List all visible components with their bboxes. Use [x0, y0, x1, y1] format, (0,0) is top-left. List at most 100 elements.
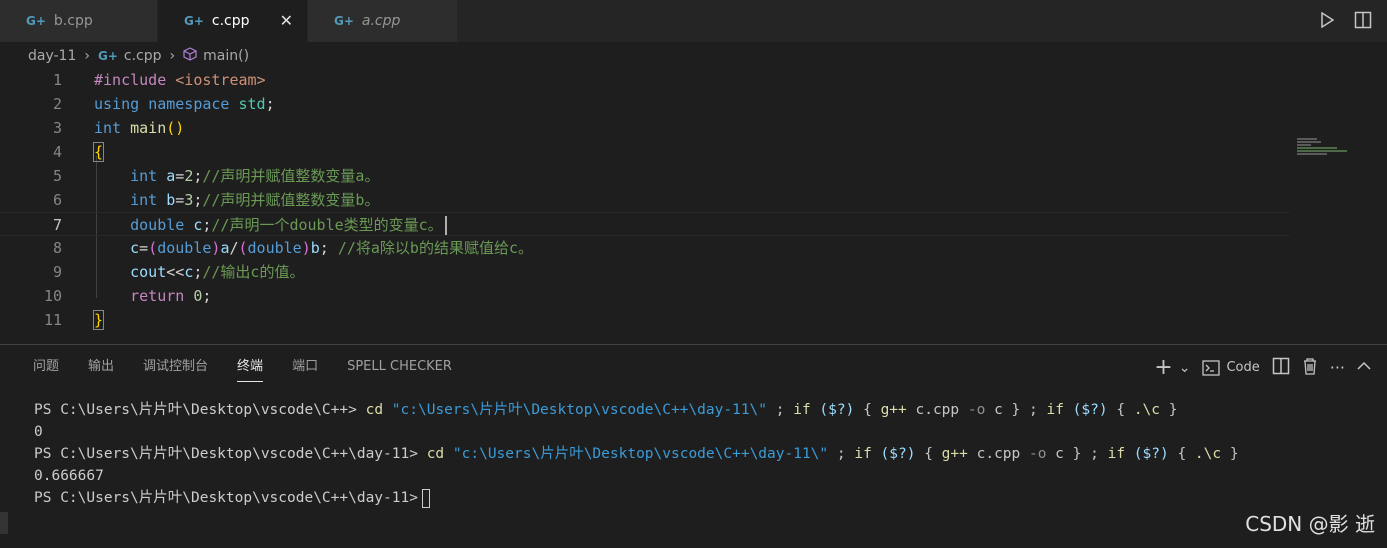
command-text: { [924, 446, 942, 462]
terminal-output[interactable]: PS C:\Users\片片叶\Desktop\vscode\C++> cd "… [34, 399, 1374, 509]
keyword: double [130, 216, 185, 234]
chevron-right-icon: › [169, 48, 176, 64]
code-line[interactable]: 4 { [0, 140, 1290, 164]
command-text: ; [1020, 402, 1047, 418]
panel-side-marker [0, 512, 8, 534]
text-cursor [444, 216, 447, 235]
keyword: int [130, 191, 158, 209]
tab-a-cpp[interactable]: G+ a.cpp [308, 0, 458, 42]
code-line-current[interactable]: 7 double c;//声明一个double类型的变量c。 [0, 212, 1290, 236]
code-line[interactable]: 8 c=(double)a/(double)b; //将a除以b的结果赋值给c。 [0, 236, 1290, 260]
command-text: c [1046, 446, 1073, 462]
command-text: { [1177, 446, 1195, 462]
watermark: CSDN @影 逝 [1245, 512, 1375, 536]
code-line[interactable]: 6 int b=3;//声明并赋值整数变量b。 [0, 188, 1290, 212]
command-text: } [1160, 402, 1178, 418]
function-name: main [130, 119, 167, 137]
code-line[interactable]: 1 #include <iostream> [0, 68, 1290, 92]
tab-label: a.cpp [361, 13, 401, 29]
editor-tab-bar: G+ b.cpp G+ c.cpp ✕ G+ a.cpp [0, 0, 1387, 42]
bottom-panel: 问题 输出 调试控制台 终端 端口 SPELL CHECKER + ⌄ Code… [0, 344, 1387, 548]
command-text: ; [1081, 446, 1108, 462]
code-line[interactable]: 3 int main() [0, 116, 1290, 140]
command: g++ [941, 446, 968, 462]
punctuation: ; [319, 239, 338, 257]
comment: //将a除以b的结果赋值给c。 [337, 239, 533, 257]
add-terminal-icon[interactable]: + [1154, 355, 1172, 380]
minimap[interactable] [1297, 138, 1357, 162]
comment: //声明并赋值整数变量a。 [202, 167, 380, 185]
terminal-line: 0.666667 [34, 468, 104, 484]
variable: b [310, 239, 320, 257]
run-icon[interactable] [1317, 10, 1337, 30]
tab-spell-checker[interactable]: SPELL CHECKER [347, 355, 452, 381]
include-header: <iostream> [166, 71, 266, 89]
line-number: 5 [52, 167, 62, 185]
panel-tabs: 问题 输出 调试控制台 终端 端口 SPELL CHECKER [33, 355, 452, 382]
breadcrumb-symbol[interactable]: main() [203, 48, 249, 64]
tab-terminal[interactable]: 终端 [237, 355, 264, 382]
tab-c-cpp[interactable]: G+ c.cpp ✕ [158, 0, 308, 42]
line-number: 7 [52, 216, 62, 234]
tab-debug-console[interactable]: 调试控制台 [143, 355, 208, 381]
comment: //声明并赋值整数变量b。 [202, 191, 380, 209]
breadcrumb-folder[interactable]: day-11 [28, 48, 76, 64]
tab-b-cpp[interactable]: G+ b.cpp [0, 0, 158, 42]
tab-output[interactable]: 输出 [88, 355, 114, 381]
bracket: ( [148, 239, 158, 257]
split-terminal-icon[interactable] [1272, 357, 1290, 379]
command-text: ; [828, 446, 855, 462]
tab-label: b.cpp [53, 13, 93, 29]
keyword: int [130, 167, 158, 185]
command-text: c [985, 402, 1012, 418]
command-text: { [863, 402, 881, 418]
bracket: ( [238, 239, 248, 257]
code-line[interactable]: 5 int a=2;//声明并赋值整数变量a。 [0, 164, 1290, 188]
command-variable: ($?) [871, 446, 925, 462]
operator: = [175, 167, 185, 185]
variable: c [130, 239, 140, 257]
code-line[interactable]: 9 cout<<c;//输出c的值。 [0, 260, 1290, 284]
command-string: "c:\Users\片片叶\Desktop\vscode\C++\day-11\… [444, 446, 829, 462]
command-text: ; [767, 402, 794, 418]
prompt: PS C:\Users\片片叶\Desktop\vscode\C++> [34, 402, 366, 418]
preprocessor-directive: #include [94, 71, 167, 89]
code-editor[interactable]: 1 #include <iostream> 2 using namespace … [0, 68, 1387, 340]
tab-ports[interactable]: 端口 [292, 355, 318, 381]
editor-actions [1317, 10, 1373, 30]
bracket: ( [166, 119, 176, 137]
bracket: ) [301, 239, 311, 257]
panel-actions: + ⌄ Code ··· [1154, 355, 1371, 380]
chevron-down-icon[interactable]: ⌄ [1179, 360, 1191, 376]
code-line[interactable]: 10 return 0; [0, 284, 1290, 308]
tab-problems[interactable]: 问题 [33, 355, 59, 381]
method-cube-icon [183, 47, 197, 65]
command-option: -o [1028, 446, 1047, 462]
number-literal: 2 [184, 167, 194, 185]
collapse-panel-icon[interactable] [1357, 360, 1371, 375]
command: cd [426, 446, 445, 462]
variable: a [166, 167, 176, 185]
number-literal: 3 [184, 191, 194, 209]
operator: / [229, 239, 239, 257]
more-actions-icon[interactable]: ··· [1330, 358, 1345, 377]
punctuation: ; [202, 287, 212, 305]
operator: = [175, 191, 185, 209]
split-editor-icon[interactable] [1353, 10, 1373, 30]
command-text: } [1011, 402, 1021, 418]
terminal-cursor [421, 488, 430, 508]
code-line[interactable]: 11 } [0, 308, 1290, 332]
breadcrumb-file[interactable]: c.cpp [124, 48, 162, 64]
command: cd [365, 402, 384, 418]
trash-icon[interactable] [1302, 357, 1318, 379]
close-icon[interactable]: ✕ [280, 11, 293, 30]
code-line[interactable]: 2 using namespace std; [0, 92, 1290, 116]
keyword: double [247, 239, 302, 257]
terminal-select[interactable]: Code [1202, 359, 1260, 376]
comment: //输出c的值。 [202, 263, 305, 281]
terminal-line: PS C:\Users\片片叶\Desktop\vscode\C++\day-1… [34, 487, 1374, 509]
